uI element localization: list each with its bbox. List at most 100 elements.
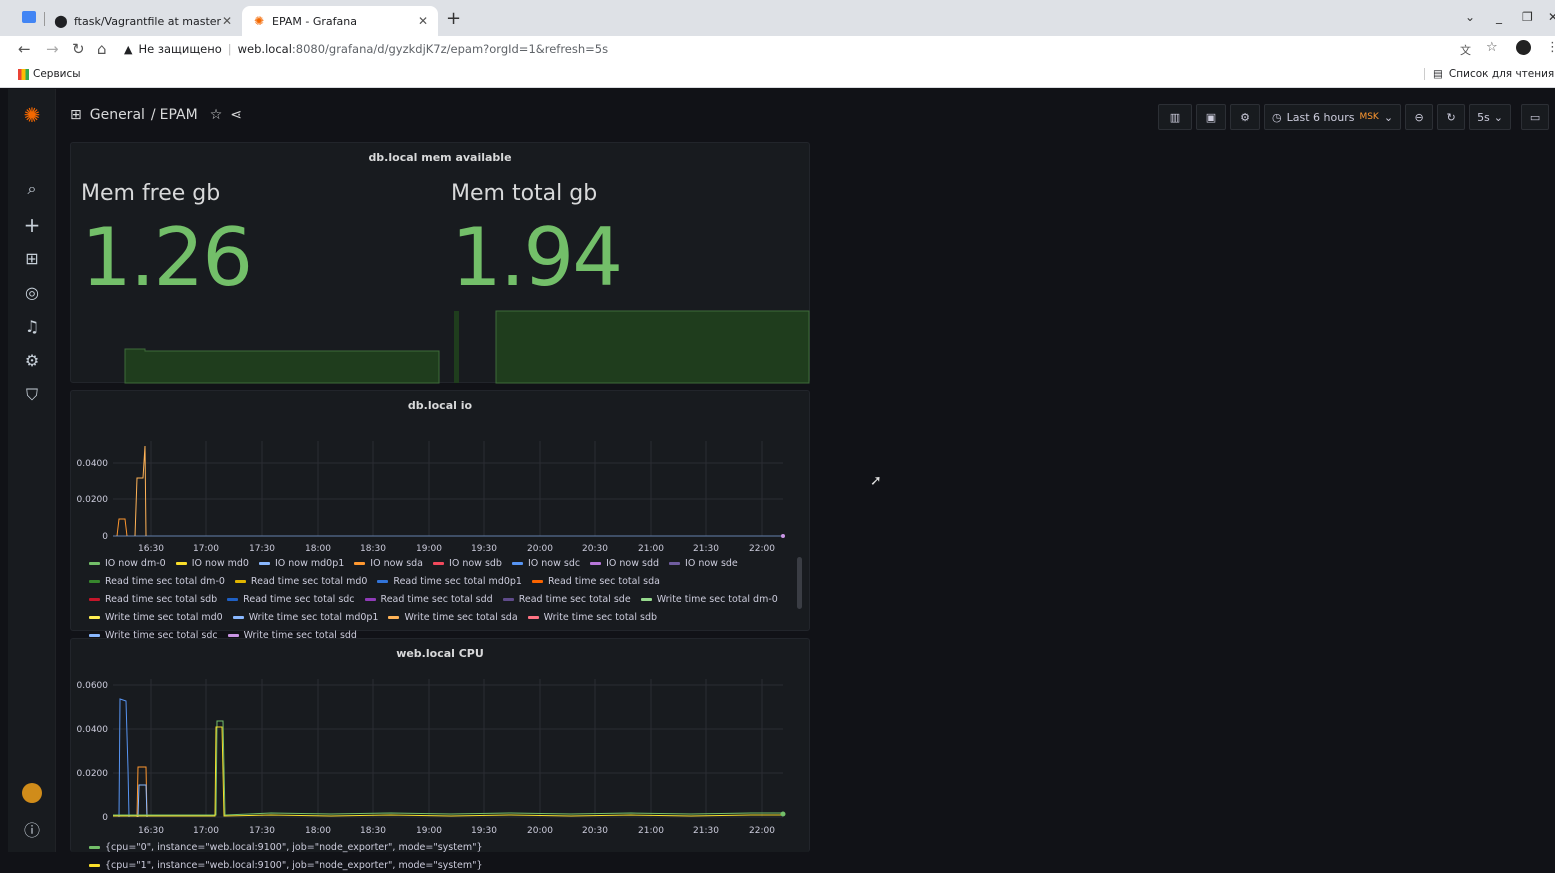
reading-list[interactable]: ▤ Список для чтения xyxy=(1424,68,1554,80)
configuration-gear-icon[interactable]: ⚙ xyxy=(8,351,56,370)
reload-icon[interactable]: ↻ xyxy=(72,40,85,58)
timezone-label: MSK xyxy=(1359,112,1379,122)
x-tick: 19:00 xyxy=(416,544,442,554)
profile-avatar-icon[interactable] xyxy=(1516,40,1531,55)
panel-db-io[interactable]: db.local io 0.0400 0.0200 0 16:30 17:00 … xyxy=(70,390,810,641)
apps-bookmark[interactable]: Сервисы xyxy=(18,68,81,80)
grafana-side-menu: ✺ ⌕ + ⊞ ◎ ♫ ⚙ ⛉ ⓘ xyxy=(8,89,56,852)
zoom-out-icon: ⊖ xyxy=(1414,110,1424,124)
address-bar-row: ← → ↻ ⌂ ▲ Не защищено | web.local:8080/g… xyxy=(0,36,1555,62)
refresh-interval-picker[interactable]: 5s ⌄ xyxy=(1469,104,1512,130)
search-icon[interactable]: ⌕ xyxy=(8,179,56,199)
legend-item[interactable]: {cpu="0", instance="web.local:9100", job… xyxy=(89,839,483,855)
legend-item[interactable]: IO now dm-0 xyxy=(89,555,166,571)
legend-item[interactable]: IO now sdc xyxy=(511,555,580,571)
legend-item[interactable]: IO now sdb xyxy=(433,555,502,571)
legend-item[interactable]: Write time sec total sdb xyxy=(527,609,657,625)
legend-item[interactable]: Read time sec total sdc xyxy=(227,591,355,607)
close-icon[interactable]: ✕ xyxy=(418,14,428,28)
new-tab-button[interactable]: + xyxy=(446,8,461,29)
panel-web-cpu[interactable]: web.local CPU 0.0600 0.0400 0.0200 0 16:… xyxy=(70,638,810,871)
legend-item[interactable]: {cpu="1", instance="web.local:9100", job… xyxy=(89,857,483,873)
window-close-icon[interactable]: ✕ xyxy=(1548,10,1555,24)
time-range-label: Last 6 hours xyxy=(1286,110,1355,124)
translate-icon[interactable]: 文 xyxy=(1460,42,1471,58)
breadcrumb-folder[interactable]: General xyxy=(90,107,145,123)
legend-item[interactable]: Read time sec total md0 xyxy=(234,573,367,589)
x-tick: 16:30 xyxy=(138,826,164,836)
zoom-out-button[interactable]: ⊖ xyxy=(1405,104,1434,130)
x-tick: 18:00 xyxy=(305,544,331,554)
server-admin-shield-icon[interactable]: ⛉ xyxy=(8,385,56,405)
io-series-sda xyxy=(116,518,128,537)
star-icon[interactable]: ☆ xyxy=(210,107,223,123)
refresh-interval-label: 5s xyxy=(1477,110,1490,124)
legend-item[interactable]: IO now md0p1 xyxy=(258,555,344,571)
tab-grafana[interactable]: ✺ EPAM - Grafana ✕ xyxy=(242,6,438,36)
cpu-series-yellow xyxy=(113,726,783,817)
x-tick: 19:00 xyxy=(416,826,442,836)
cpu-legend: {cpu="0", instance="web.local:9100", job… xyxy=(89,839,789,873)
minimize-icon[interactable]: _ xyxy=(1496,10,1502,24)
legend-item[interactable]: Write time sec total md0 xyxy=(89,609,223,625)
legend-scrollbar[interactable] xyxy=(797,557,802,609)
forward-icon[interactable]: → xyxy=(46,40,59,58)
refresh-button[interactable]: ↻ xyxy=(1437,104,1466,130)
x-tick: 19:30 xyxy=(471,826,497,836)
legend-item[interactable]: Write time sec total md0p1 xyxy=(232,609,378,625)
grafana-logo-icon[interactable]: ✺ xyxy=(8,103,56,127)
legend-item[interactable]: Read time sec total sda xyxy=(531,573,660,589)
legend-item[interactable]: Write time sec total sda xyxy=(388,609,518,625)
y-tick: 0.0200 xyxy=(77,769,109,779)
share-icon[interactable]: ⋖ xyxy=(230,107,242,123)
save-dashboard-button[interactable]: ▣ xyxy=(1196,104,1226,130)
alerting-bell-icon[interactable]: ♫ xyxy=(8,317,56,336)
home-icon[interactable]: ⌂ xyxy=(97,40,107,58)
explore-compass-icon[interactable]: ◎ xyxy=(8,283,56,302)
bookmark-star-icon[interactable]: ☆ xyxy=(1486,40,1498,55)
restore-icon[interactable]: ❐ xyxy=(1522,10,1533,24)
help-icon[interactable]: ⓘ xyxy=(8,817,56,841)
time-picker-button[interactable]: ◷ Last 6 hours MSK ⌄ xyxy=(1264,104,1402,130)
legend-item[interactable]: Read time sec total dm-0 xyxy=(89,573,225,589)
tab-github[interactable]: ⬤ ftask/Vagrantfile at master ✕ xyxy=(44,6,242,36)
breadcrumb-dashboard[interactable]: EPAM xyxy=(160,107,198,123)
y-tick: 0.0600 xyxy=(77,681,109,691)
x-tick: 21:00 xyxy=(638,826,664,836)
dashboards-grid-icon[interactable]: ⊞ xyxy=(8,249,56,268)
back-icon[interactable]: ← xyxy=(18,40,31,58)
x-tick: 21:00 xyxy=(638,544,664,554)
legend-item[interactable]: Read time sec total sdb xyxy=(89,591,217,607)
legend-item[interactable]: Read time sec total md0p1 xyxy=(377,573,522,589)
tv-mode-button[interactable]: ▭ xyxy=(1521,104,1550,130)
legend-item[interactable]: IO now sde xyxy=(669,555,738,571)
legend-item[interactable]: IO now sda xyxy=(354,555,423,571)
monitor-icon: ▭ xyxy=(1529,110,1541,124)
chevron-down-icon: ⌄ xyxy=(1383,110,1394,124)
close-icon[interactable]: ✕ xyxy=(222,14,232,28)
user-avatar-icon[interactable] xyxy=(8,783,56,807)
legend-item[interactable]: Read time sec total sdd xyxy=(364,591,493,607)
panel-mem-available[interactable]: db.local mem available Mem free gb 1.26 … xyxy=(70,142,810,384)
legend-item[interactable]: Write time sec total dm-0 xyxy=(640,591,778,607)
x-tick: 17:30 xyxy=(249,544,275,554)
create-plus-icon[interactable]: + xyxy=(8,213,56,237)
x-tick: 18:30 xyxy=(360,826,386,836)
tab-search-icon[interactable] xyxy=(22,11,36,23)
legend-item[interactable]: Read time sec total sde xyxy=(502,591,631,607)
bookmarks-bar: Сервисы ▤ Список для чтения xyxy=(0,62,1555,88)
add-panel-button[interactable]: ▥ xyxy=(1158,104,1192,130)
grafana-icon: ✺ xyxy=(253,14,265,28)
tab-search-chevron-icon[interactable]: ⌄ xyxy=(1465,10,1475,24)
x-tick: 17:00 xyxy=(193,544,219,554)
legend-item[interactable]: IO now sdd xyxy=(590,555,659,571)
cpu-gridlines xyxy=(113,679,783,818)
dashboards-grid-icon: ⊞ xyxy=(70,107,82,123)
mouse-cursor-icon: ➚ xyxy=(870,473,882,489)
x-tick: 18:00 xyxy=(305,826,331,836)
dashboard-settings-button[interactable]: ⚙ xyxy=(1230,104,1260,130)
url-field[interactable]: ▲ Не защищено | web.local:8080/grafana/d… xyxy=(124,39,608,59)
io-legend: IO now dm-0 IO now md0 IO now md0p1 IO n… xyxy=(89,555,789,643)
legend-item[interactable]: IO now md0 xyxy=(175,555,249,571)
menu-dots-icon[interactable]: ⋮ xyxy=(1546,40,1555,55)
